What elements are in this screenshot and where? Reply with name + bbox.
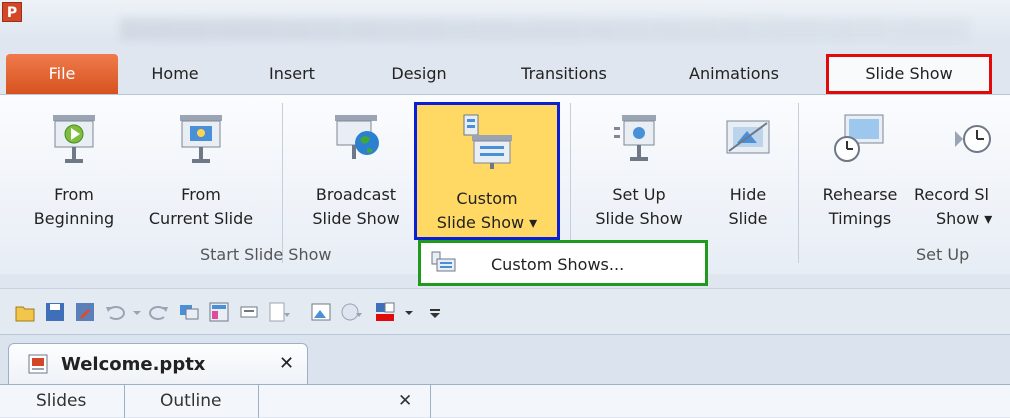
broadcast-slide-show-button[interactable]: Broadcast Slide Show [296,95,416,240]
rehearse-label-1: Rehearse [822,185,898,204]
hide-slide-label-2: Slide [728,209,768,228]
pptx-file-icon [28,354,48,374]
undo-dropdown-icon[interactable] [126,301,148,323]
close-pane-icon[interactable]: ✕ [398,391,412,411]
broadcast-label-1: Broadcast [315,185,397,204]
from-current-label-1: From [181,185,221,204]
tab-slides[interactable]: Slides [36,391,86,411]
projector-play-icon [53,115,95,163]
hide-slide-icon [726,120,770,154]
custom-slide-show-dropdown: Custom Shows... [418,240,708,286]
set-up-slide-show-button[interactable]: Set Up Slide Show [578,95,700,240]
fill-color-icon[interactable] [374,301,396,323]
group-label-set-up: Set Up [916,245,970,264]
document-tabs-bar: Welcome.pptx ✕ [0,334,1010,385]
document-tab-title: Welcome.pptx [61,354,206,375]
new-slide-icon[interactable] [178,301,200,323]
fill-color-dropdown-icon[interactable] [398,301,420,323]
group-separator [282,103,283,263]
from-current-label-2: Current Slide [148,209,254,228]
pane-divider [430,385,431,418]
tab-animations[interactable]: Animations [672,54,796,94]
hide-slide-label-1: Hide [729,185,767,204]
set-up-label-2: Slide Show [595,209,683,228]
layout-icon[interactable] [208,301,230,323]
from-current-slide-button[interactable]: From Current Slide [132,95,270,240]
arrange-icon[interactable] [268,301,290,323]
powerpoint-app-icon[interactable]: P [2,2,22,22]
custom-shows-icon [431,251,456,272]
picture-icon[interactable] [310,301,332,323]
slides-outline-pane-header: Slides Outline ✕ [0,384,1010,418]
custom-slide-show-icon [463,114,512,169]
from-beginning-button[interactable]: From Beginning [22,95,126,240]
record-label-2: Show ▾ [936,209,993,228]
from-beginning-label-1: From [54,185,94,204]
quick-access-toolbar [0,288,1010,334]
undo-icon[interactable] [104,301,126,323]
tab-outline[interactable]: Outline [160,391,222,411]
tab-design[interactable]: Design [380,54,458,94]
set-up-label-1: Set Up [612,185,666,204]
shapes-icon[interactable] [340,301,362,323]
custom-label-2: Slide Show ▾ [436,213,538,232]
broadcast-label-2: Slide Show [312,209,400,228]
tab-home[interactable]: Home [140,54,210,94]
custom-slide-show-button[interactable]: Custom Slide Show ▾ [414,102,560,240]
broadcast-globe-icon [335,115,379,159]
hide-slide-button[interactable]: Hide Slide [702,95,794,240]
ribbon-tabs: File Home Insert Design Transitions Anim… [0,54,1010,94]
custom-label-1: Custom [456,189,518,208]
rehearse-timings-button[interactable]: Rehearse Timings [806,95,914,240]
rehearse-timings-icon [834,114,884,162]
pane-divider [124,385,125,418]
rehearse-label-2: Timings [828,209,892,228]
tab-file[interactable]: File [6,54,118,94]
tab-transitions[interactable]: Transitions [504,54,624,94]
record-slide-show-icon [955,125,991,153]
record-slide-show-button[interactable]: Record Sl Show ▾ [912,95,1010,240]
tab-insert[interactable]: Insert [258,54,326,94]
pane-divider [258,385,259,418]
custom-shows-menu-item[interactable]: Custom Shows... [491,255,624,274]
set-up-slide-show-icon [614,115,656,161]
group-label-start-slide-show: Start Slide Show [200,245,332,264]
customize-toolbar-icon[interactable] [424,301,446,323]
group-separator [798,103,799,263]
record-label-1: Record Sl [914,185,989,204]
projector-current-icon [180,115,222,163]
text-box-icon[interactable] [238,301,260,323]
blurred-menu-strip [120,18,970,40]
from-beginning-label-2: Beginning [33,209,115,228]
save-as-icon[interactable] [74,301,96,323]
tab-slide-show[interactable]: Slide Show [826,54,992,94]
title-bar: P [0,0,1010,44]
save-icon[interactable] [44,301,66,323]
document-tab[interactable]: Welcome.pptx ✕ [8,343,308,385]
group-separator [570,103,571,263]
open-folder-icon[interactable] [14,301,36,323]
close-document-icon[interactable]: ✕ [279,353,294,374]
redo-icon[interactable] [148,301,170,323]
